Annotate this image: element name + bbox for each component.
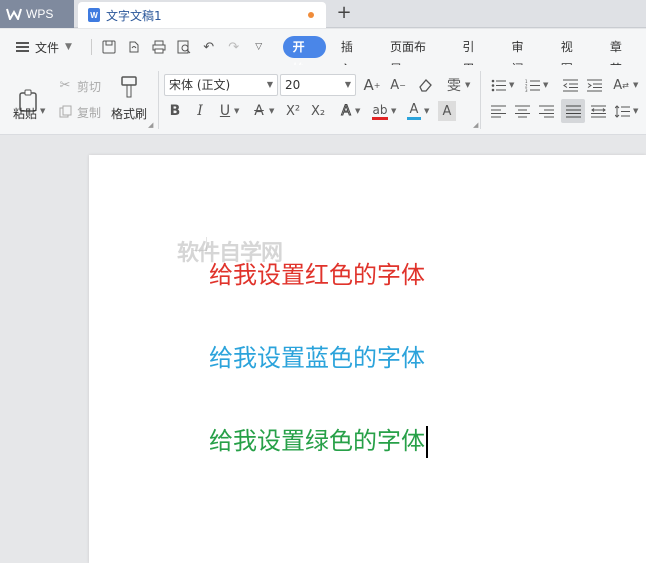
tab-review[interactable]: 审阅 <box>499 36 548 76</box>
export-pdf-icon[interactable] <box>126 39 142 55</box>
hamburger-icon <box>16 42 29 52</box>
divider <box>480 71 481 129</box>
increase-font-icon[interactable]: A + <box>363 75 381 95</box>
home-ribbon: 粘贴 ▼ ✂ 剪切 复制 格式刷 ◢ 宋体 (正文) ▼ 20 ▼ A + A − … <box>0 65 646 135</box>
text-cursor <box>426 426 428 458</box>
text-line-green-content: 给我设置绿色的字体 <box>209 427 425 455</box>
expand-clipboard-icon[interactable]: ◢ <box>148 121 153 129</box>
text-direction-icon[interactable]: A ⇄ <box>611 75 631 95</box>
font-size-select[interactable]: 20 ▼ <box>280 74 356 96</box>
tab-references[interactable]: 引用 <box>449 36 498 76</box>
title-bar: WPS W 文字文稿1 + <box>0 0 646 28</box>
file-menu[interactable]: 文件 ▼ <box>0 39 87 56</box>
document-page[interactable]: 软件自学网 给我设置红色的字体 给我设置蓝色的字体 给我设置绿色的字体 <box>89 155 646 563</box>
paste-label: 粘贴 <box>13 107 38 121</box>
distribute-icon[interactable] <box>589 101 607 121</box>
unsaved-dot-icon <box>308 12 314 18</box>
highlight-color-bar <box>372 116 388 120</box>
align-right-icon[interactable] <box>537 101 555 121</box>
print-icon[interactable] <box>151 39 167 55</box>
paste-dropdown-icon[interactable]: ▼ <box>40 107 45 115</box>
wps-home-tab[interactable]: WPS <box>0 0 74 28</box>
phonetic-guide-icon[interactable]: 雯 <box>444 75 464 95</box>
scissors-icon: ✂ <box>59 77 71 93</box>
text-line-blue[interactable]: 给我设置蓝色的字体 <box>209 338 425 373</box>
format-painter-icon <box>121 76 137 98</box>
font-color-label: A <box>409 102 419 117</box>
highlight-button[interactable]: ab <box>370 99 390 123</box>
font-name-select[interactable]: 宋体 (正文) ▼ <box>164 74 278 96</box>
font-color-button[interactable]: A <box>405 99 423 123</box>
wps-tab-label: WPS <box>26 7 54 21</box>
numbered-dropdown-icon[interactable]: ▼ <box>543 81 548 89</box>
text-line-red-content: 给我设置红色的字体 <box>209 261 425 289</box>
format-painter-button[interactable] <box>112 73 146 101</box>
bold-button[interactable]: B <box>166 101 184 121</box>
tab-insert[interactable]: 插入 <box>328 36 377 76</box>
numbered-list-icon[interactable]: 123 <box>523 75 541 95</box>
file-menu-label: 文件 <box>35 40 60 55</box>
ribbon-tabs: 开始 插入 页面布局 引用 审阅 视图 章节 <box>282 36 646 76</box>
divider <box>158 71 159 129</box>
new-tab-button[interactable]: + <box>334 3 354 23</box>
decrease-font-icon[interactable]: A − <box>389 75 407 95</box>
font-color-dropdown-icon[interactable]: ▼ <box>424 107 429 115</box>
wps-logo-icon <box>6 8 22 20</box>
font-name-value: 宋体 (正文) <box>169 78 231 92</box>
chevron-down-icon: ▼ <box>266 80 273 89</box>
underline-dropdown-icon[interactable]: ▼ <box>234 107 239 115</box>
text-direction-dropdown-icon[interactable]: ▼ <box>633 81 638 89</box>
text-effect-icon[interactable]: A <box>337 101 355 121</box>
font-size-value: 20 <box>285 78 301 92</box>
line-spacing-dropdown-icon[interactable]: ▼ <box>633 107 638 115</box>
strikethrough-dropdown-icon[interactable]: ▼ <box>269 107 274 115</box>
document-tab-label: 文字文稿1 <box>106 8 162 23</box>
phonetic-dropdown-icon[interactable]: ▼ <box>465 81 470 89</box>
tab-view[interactable]: 视图 <box>548 36 597 76</box>
save-icon[interactable] <box>101 39 117 55</box>
align-center-icon[interactable] <box>513 101 531 121</box>
document-tab[interactable]: W 文字文稿1 <box>78 2 326 28</box>
tab-home[interactable]: 开始 <box>282 36 326 76</box>
align-left-icon[interactable] <box>489 101 507 121</box>
subscript-button[interactable]: X₂ <box>308 101 328 121</box>
italic-button[interactable]: I <box>191 101 209 121</box>
strikethrough-button[interactable]: A <box>250 101 268 121</box>
divider <box>90 39 92 55</box>
underline-button[interactable]: U <box>216 101 234 121</box>
undo-icon[interactable]: ↶ <box>201 39 217 55</box>
writer-doc-icon: W <box>88 8 100 22</box>
print-preview-icon[interactable] <box>176 39 192 55</box>
format-painter-label: 格式刷 <box>111 107 148 121</box>
copy-icon <box>57 103 73 119</box>
quick-access-toolbar: ↶ ↷ ▽ <box>87 39 267 55</box>
superscript-button[interactable]: X² <box>283 101 303 121</box>
text-line-green[interactable]: 给我设置绿色的字体 <box>209 421 428 458</box>
clear-format-icon[interactable] <box>416 75 434 95</box>
menu-bar: 文件 ▼ ↶ ↷ ▽ 开始 插入 页面布局 引用 审阅 视图 章节 <box>0 29 646 76</box>
font-color-bar <box>407 117 421 120</box>
tab-chapter[interactable]: 章节 <box>597 36 646 76</box>
chevron-down-icon: ▼ <box>344 80 351 89</box>
character-shading-button[interactable]: A <box>438 101 456 121</box>
tab-page-layout[interactable]: 页面布局 <box>377 36 449 76</box>
copy-button[interactable]: 复制 <box>77 104 101 121</box>
text-line-blue-content: 给我设置蓝色的字体 <box>209 344 425 372</box>
decrease-indent-icon[interactable] <box>561 75 579 95</box>
bullet-dropdown-icon[interactable]: ▼ <box>509 81 514 89</box>
justify-icon[interactable] <box>561 99 585 123</box>
text-effect-dropdown-icon[interactable]: ▼ <box>355 107 360 115</box>
customize-toolbar-icon[interactable]: ▽ <box>251 39 267 55</box>
highlight-dropdown-icon[interactable]: ▼ <box>391 107 396 115</box>
svg-text:3: 3 <box>525 88 528 92</box>
redo-icon[interactable]: ↷ <box>226 39 242 55</box>
cut-button[interactable]: 剪切 <box>77 78 101 95</box>
highlight-label: ab <box>372 102 388 117</box>
bullet-list-icon[interactable] <box>489 75 507 95</box>
line-spacing-icon[interactable] <box>613 101 631 121</box>
chevron-down-icon: ▼ <box>65 42 72 52</box>
expand-font-icon[interactable]: ◢ <box>473 121 478 129</box>
text-line-red[interactable]: 给我设置红色的字体 <box>209 255 425 290</box>
increase-indent-icon[interactable] <box>585 75 603 95</box>
